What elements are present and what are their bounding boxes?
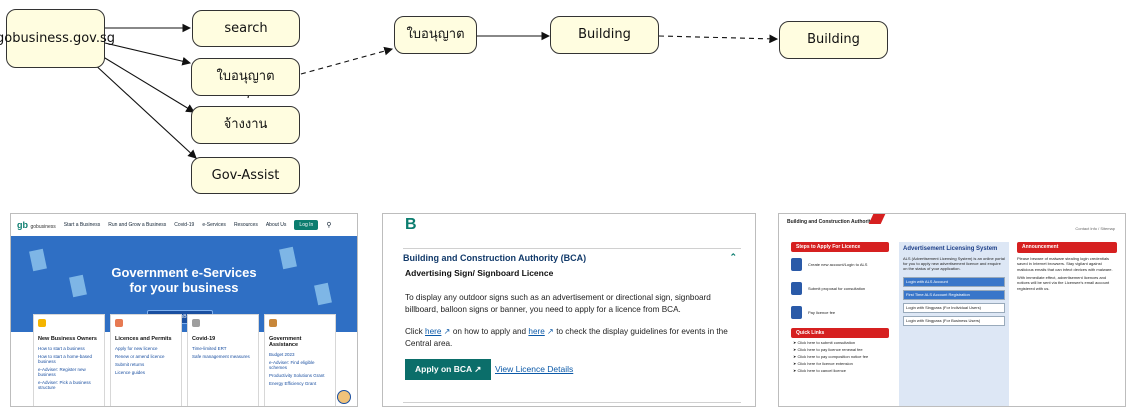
chevron-up-icon[interactable]: ⌃ — [729, 252, 737, 263]
als-login-panel: Advertisement Licensing System ALS (Adve… — [899, 242, 1009, 406]
node-gobusiness: gobusiness.gov.sg — [0, 9, 115, 68]
quick-link[interactable]: ➤ Click here for licence extension — [793, 361, 889, 366]
licence-description: To display any outdoor signs such as an … — [405, 293, 711, 314]
step-2-icon — [791, 281, 802, 295]
gobusiness-logo: gb gobusiness — [17, 220, 56, 230]
als-description: ALS (Advertisement Licensing System) is … — [903, 256, 1005, 271]
gobusiness-navbar: gb gobusiness Start a Business Run and G… — [11, 214, 357, 236]
card-link[interactable]: How to start a home-based business — [38, 354, 100, 364]
external-link-icon: ↗ — [441, 327, 451, 336]
singpass-individual-button[interactable]: Login with Singpass (For Individual User… — [903, 303, 1005, 313]
first-time-registration-button[interactable]: First Time ALS Account Registration — [903, 290, 1005, 300]
card-link[interactable]: Submit returns — [115, 362, 177, 367]
node-building-1: Building — [550, 16, 659, 54]
external-link-icon: ↗ — [544, 327, 554, 336]
apply-on-bca-button[interactable]: Apply on BCA ↗ — [405, 359, 492, 380]
card-link[interactable]: Safe management measures — [192, 354, 254, 359]
step-3-icon — [791, 305, 802, 319]
step-item: Submit proposal for consultation — [791, 276, 889, 300]
announcement-panel: Announcement Please beware of malware st… — [1017, 242, 1117, 291]
quick-link[interactable]: ➤ Click here to submit consultation — [793, 340, 889, 345]
card-link[interactable]: e-Adviser: Pick a business structure — [38, 380, 100, 390]
display-guidelines-link[interactable]: here — [528, 327, 544, 336]
card-link[interactable]: Licence guides — [115, 370, 177, 375]
card-covid: Covid-19 Time-limited ERT Safe managemen… — [187, 314, 259, 406]
search-icon[interactable]: ⚲ — [326, 221, 331, 229]
utility-links[interactable]: Contact Info / Sitemap — [1075, 226, 1115, 231]
quick-link[interactable]: ➤ Click here to cancel licence — [793, 368, 889, 373]
card-link[interactable]: Renew or amend licence — [115, 354, 177, 359]
bca-org-name: Building and Construction Authority — [787, 219, 874, 225]
document-icon — [115, 319, 123, 327]
login-als-account-button[interactable]: Login with ALS Account — [903, 277, 1005, 287]
announcement-title: Announcement — [1017, 242, 1117, 253]
nav-start-business[interactable]: Start a Business — [64, 222, 100, 228]
bca-licence-screenshot: B Building and Construction Authority (B… — [382, 213, 756, 407]
card-link[interactable]: Productivity Solutions Grant — [269, 373, 331, 378]
card-link[interactable]: e-Adviser: Find eligible schemes — [269, 360, 331, 370]
node-gov-assist: Gov-Assist — [191, 157, 300, 194]
licence-instructions: Click here ↗ on how to apply and here ↗ … — [405, 327, 728, 348]
node-building-2: Building — [779, 21, 888, 59]
card-link[interactable]: e-Adviser: Register new business — [38, 367, 100, 377]
divider — [403, 402, 741, 403]
nav-about[interactable]: About Us — [266, 222, 287, 228]
nav-covid[interactable]: Covid-19 — [174, 222, 194, 228]
view-licence-details-link[interactable]: View Licence Details — [495, 364, 573, 374]
step-item: Pay licence fee — [791, 300, 889, 324]
card-link[interactable]: Time-limited ERT — [192, 346, 254, 351]
virus-icon — [192, 319, 200, 327]
nav-resources[interactable]: Resources — [234, 222, 258, 228]
hero-title: Government e-Services for your business — [111, 265, 257, 295]
how-to-apply-link[interactable]: here — [425, 327, 441, 336]
assistance-icon — [269, 319, 277, 327]
nav-eservices[interactable]: e-Services — [202, 222, 226, 228]
als-header: Building and Construction Authority — [779, 214, 1125, 234]
step-1-icon — [791, 257, 802, 271]
briefcase-icon — [38, 319, 46, 327]
gobusiness-screenshot: gb gobusiness Start a Business Run and G… — [10, 213, 358, 407]
node-hire: จ้างงาน — [191, 106, 300, 144]
card-new-business: New Business Owners How to start a busin… — [33, 314, 105, 406]
edge-building-building — [658, 34, 779, 44]
bca-logo-icon — [868, 214, 886, 224]
edge-gobusiness-gov-assist — [91, 61, 197, 159]
als-system-title: Advertisement Licensing System — [903, 246, 998, 252]
singpass-business-button[interactable]: Login with Singpass (For Business Users) — [903, 316, 1005, 326]
card-link[interactable]: How to start a business — [38, 346, 100, 351]
edge-gobusiness-hire — [99, 54, 195, 113]
quick-links-title: Quick Links — [791, 328, 889, 338]
agency-accordion[interactable]: Building and Construction Authority (BCA… — [403, 248, 741, 263]
node-search: search — [192, 10, 300, 47]
steps-panel: Steps to Apply For Licence Create new ac… — [791, 242, 889, 373]
quick-link[interactable]: ➤ Click here to pay composition notice f… — [793, 354, 889, 359]
chat-avatar-icon[interactable] — [337, 390, 351, 404]
announcement-text: Please beware of malware stealing login … — [1017, 255, 1113, 272]
login-button[interactable]: Log In — [294, 220, 319, 230]
nav-run-grow[interactable]: Run and Grow a Business — [108, 222, 166, 228]
card-link[interactable]: Budget 2023 — [269, 352, 331, 357]
announcement-text: With immediate effect, advertisement lic… — [1017, 274, 1110, 291]
letter-heading: B — [405, 216, 417, 233]
node-licence: ใบอนุญาต — [191, 58, 300, 96]
external-link-icon: ↗ — [474, 364, 482, 374]
node-licence-mid: ใบอนุญาต — [394, 16, 477, 54]
quick-link[interactable]: ➤ Click here to pay licence renewal fee — [793, 347, 889, 352]
step-item: Create new account/Login to ALS — [791, 252, 889, 276]
card-link[interactable]: Apply for new licence — [115, 346, 177, 351]
card-gov-assistance: Government Assistance Budget 2023 e-Advi… — [264, 314, 336, 406]
steps-title: Steps to Apply For Licence — [791, 242, 889, 252]
quick-links: Quick Links ➤ Click here to submit consu… — [791, 328, 889, 373]
card-licences: Licences and Permits Apply for new licen… — [110, 314, 182, 406]
edge-gobusiness-licence — [104, 42, 192, 66]
als-screenshot: Building and Construction Authority Cont… — [778, 213, 1126, 407]
card-link[interactable]: Energy Efficiency Grant — [269, 381, 331, 386]
licence-subtitle: Advertising Sign/ Signboard Licence — [405, 268, 554, 278]
gobusiness-cards: New Business Owners How to start a busin… — [33, 314, 336, 406]
